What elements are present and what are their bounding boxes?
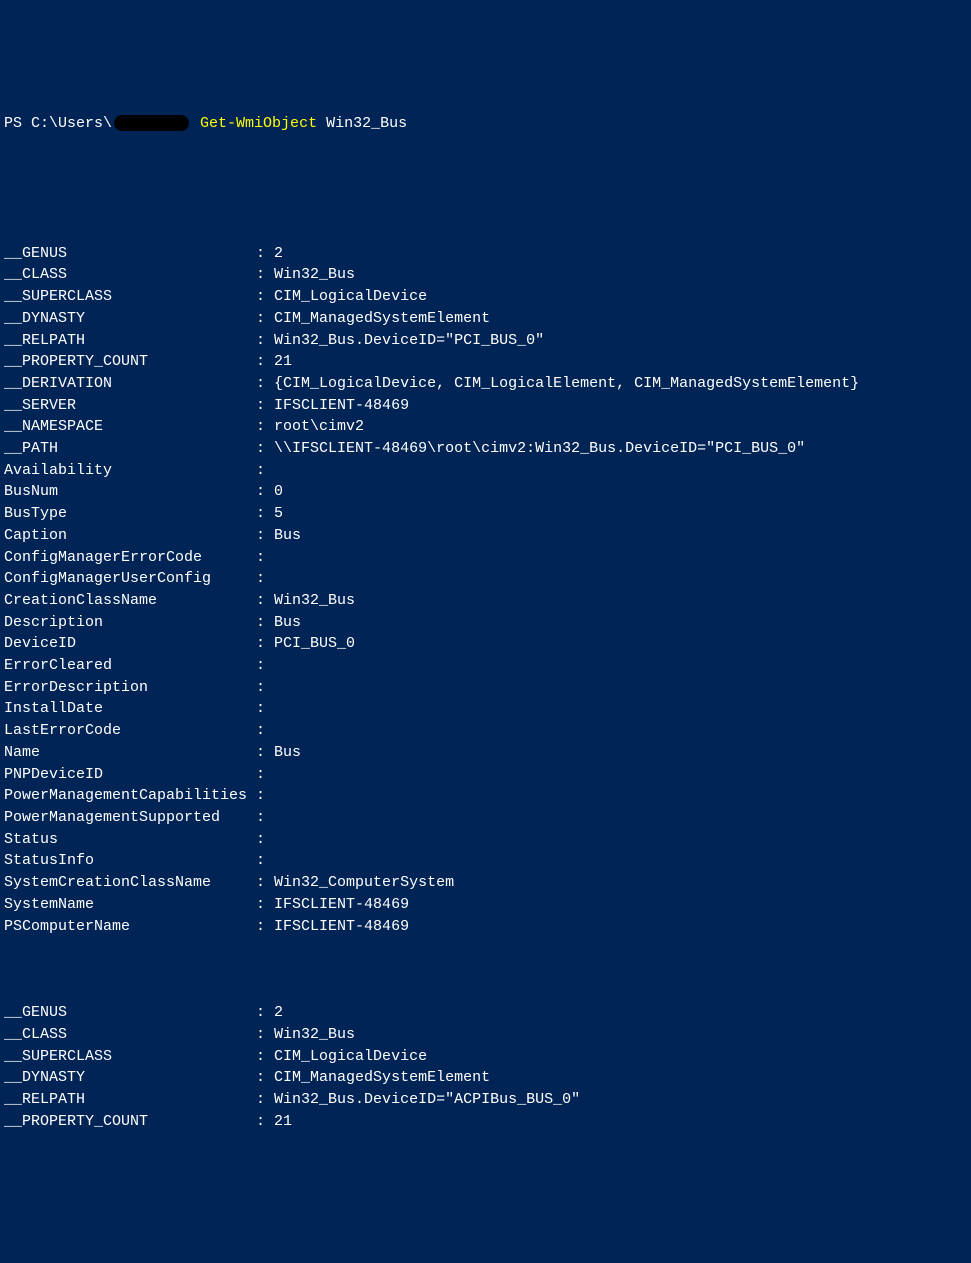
- property-row: __NAMESPACE : root\cimv2: [4, 416, 967, 438]
- property-row: __DYNASTY : CIM_ManagedSystemElement: [4, 308, 967, 330]
- property-row: SystemCreationClassName : Win32_Computer…: [4, 872, 967, 894]
- property-row: Status :: [4, 829, 967, 851]
- property-row: Availability :: [4, 460, 967, 482]
- output-block-2: __GENUS : 2__CLASS : Win32_Bus__SUPERCLA…: [4, 1002, 967, 1132]
- property-row: __SUPERCLASS : CIM_LogicalDevice: [4, 1046, 967, 1068]
- property-row: DeviceID : PCI_BUS_0: [4, 633, 967, 655]
- property-row: __CLASS : Win32_Bus: [4, 264, 967, 286]
- property-row: InstallDate :: [4, 698, 967, 720]
- property-row: __SUPERCLASS : CIM_LogicalDevice: [4, 286, 967, 308]
- property-row: __PROPERTY_COUNT : 21: [4, 1111, 967, 1133]
- redacted-username: [114, 115, 189, 131]
- blank-line: [4, 199, 967, 221]
- property-row: __PATH : \\IFSCLIENT-48469\root\cimv2:Wi…: [4, 438, 967, 460]
- property-row: SystemName : IFSCLIENT-48469: [4, 894, 967, 916]
- property-row: Caption : Bus: [4, 525, 967, 547]
- property-row: ConfigManagerErrorCode :: [4, 547, 967, 569]
- property-row: Description : Bus: [4, 612, 967, 634]
- property-row: ErrorDescription :: [4, 677, 967, 699]
- property-row: __GENUS : 2: [4, 1002, 967, 1024]
- property-row: __DYNASTY : CIM_ManagedSystemElement: [4, 1067, 967, 1089]
- property-row: PowerManagementCapabilities :: [4, 785, 967, 807]
- cmdlet-argument: Win32_Bus: [317, 115, 407, 132]
- property-row: CreationClassName : Win32_Bus: [4, 590, 967, 612]
- property-row: __GENUS : 2: [4, 243, 967, 265]
- property-row: __RELPATH : Win32_Bus.DeviceID="ACPIBus_…: [4, 1089, 967, 1111]
- property-row: ErrorCleared :: [4, 655, 967, 677]
- property-row: __PROPERTY_COUNT : 21: [4, 351, 967, 373]
- property-row: __SERVER : IFSCLIENT-48469: [4, 395, 967, 417]
- property-row: BusType : 5: [4, 503, 967, 525]
- property-row: Name : Bus: [4, 742, 967, 764]
- property-row: __CLASS : Win32_Bus: [4, 1024, 967, 1046]
- property-row: PowerManagementSupported :: [4, 807, 967, 829]
- blank-line: [4, 156, 967, 178]
- property-row: BusNum : 0: [4, 481, 967, 503]
- property-row: __DERIVATION : {CIM_LogicalDevice, CIM_L…: [4, 373, 967, 395]
- cmdlet-name: Get-WmiObject: [200, 115, 317, 132]
- terminal-output[interactable]: PS C:\Users\ Get-WmiObject Win32_Bus __G…: [4, 91, 967, 1154]
- property-row: ConfigManagerUserConfig :: [4, 568, 967, 590]
- property-row: PSComputerName : IFSCLIENT-48469: [4, 916, 967, 938]
- property-row: PNPDeviceID :: [4, 764, 967, 786]
- property-row: StatusInfo :: [4, 850, 967, 872]
- prompt-line: PS C:\Users\ Get-WmiObject Win32_Bus: [4, 113, 967, 135]
- property-row: LastErrorCode :: [4, 720, 967, 742]
- blank-line: [4, 959, 967, 981]
- output-block-1: __GENUS : 2__CLASS : Win32_Bus__SUPERCLA…: [4, 243, 967, 938]
- prompt-prefix: PS C:\Users\: [4, 115, 112, 132]
- property-row: __RELPATH : Win32_Bus.DeviceID="PCI_BUS_…: [4, 330, 967, 352]
